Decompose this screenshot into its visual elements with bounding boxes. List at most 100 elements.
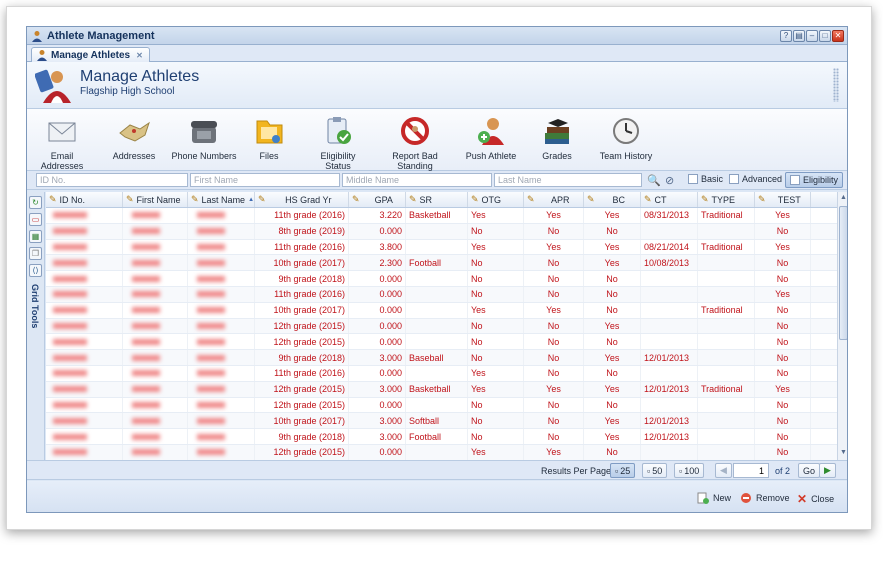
close-button[interactable]: ✕ Close [797,492,834,506]
code-view-icon[interactable]: ⟨⟩ [29,264,42,277]
page-size-50-button[interactable]: ▫ 50 [642,463,668,478]
redacted-text [197,354,225,361]
redacted-cell [123,255,188,271]
close-icon[interactable]: ✕ [832,29,844,42]
report-bad-standing-button[interactable]: Report Bad Standing [375,115,455,171]
eligibility-status-button[interactable]: Eligibility Status [307,115,369,171]
footer-bar: New Remove ✕ Close [27,481,847,512]
table-row[interactable]: 9th grade (2018) 3.000 Football No No Yes 12/0… [46,429,837,445]
advanced-view-toggle[interactable]: Advanced [729,174,782,184]
table-cell: Baseball [406,350,468,365]
table-cell: Yes [584,208,641,223]
middle-name-filter-input[interactable] [342,173,492,187]
table-row[interactable]: 10th grade (2017) 2.300 Football No No Yes 10/… [46,255,837,272]
table-cell [641,223,698,239]
table-row[interactable]: 11th grade (2016) 0.000 Yes No No No [46,365,837,382]
addresses-button[interactable]: Addresses [101,115,167,161]
clear-filter-icon[interactable]: ⊘ [665,174,674,187]
toolbar-label: Grades [542,151,572,161]
title-bar[interactable]: Athlete Management ? ▤ – □ ✕ [27,27,847,45]
maximize-icon[interactable]: □ [819,29,831,42]
go-button[interactable]: Go [798,463,821,478]
basic-view-toggle[interactable]: Basic [688,174,723,184]
redacted-cell [46,271,123,286]
redacted-cell [123,397,188,413]
search-icon[interactable]: 🔍 [647,174,661,187]
column-header[interactable]: ✎ CT [641,192,698,207]
table-cell [406,223,468,239]
files-button[interactable]: Files [241,115,297,161]
column-header[interactable]: ✎ First Name [123,192,188,207]
table-cell: No [524,413,584,429]
page-number-input[interactable] [733,463,769,478]
page-icon: ▫ [679,465,683,476]
vertical-scrollbar[interactable]: ▲ ▼ [837,192,847,460]
redacted-text [132,401,160,408]
refresh-icon[interactable]: ↻ [29,196,42,209]
next-page-button[interactable]: ▶ [819,463,836,478]
remove-button[interactable]: Remove [740,492,790,504]
new-label: New [713,493,732,503]
grades-button[interactable]: Grades [529,115,585,161]
table-row[interactable]: 11th grade (2016) 3.220 Basketball Yes Yes Ye… [46,208,837,224]
new-button[interactable]: New [697,492,731,504]
redacted-text [53,322,87,329]
table-row[interactable]: 10th grade (2017) 0.000 Yes Yes No Traditiona… [46,302,837,319]
phone-numbers-button[interactable]: Phone Numbers [171,115,237,161]
redacted-cell [123,429,188,444]
page-icon: ▫ [647,465,651,476]
tab-manage-athletes[interactable]: Manage Athletes ✕ [31,47,150,62]
push-athlete-button[interactable]: Push Athlete [463,115,519,161]
page-size-100-button[interactable]: ▫ 100 [674,463,705,478]
column-header[interactable]: ✎ APR [524,192,584,207]
table-row[interactable]: 12th grade (2015) 3.000 Basketball Yes Yes Ye… [46,381,837,398]
copy-icon[interactable]: ❐ [29,247,42,260]
column-header[interactable]: ✎ TYPE [698,192,755,207]
minimize-icon[interactable]: – [806,29,818,42]
table-row[interactable]: 12th grade (2015) 0.000 No No Yes No [46,318,837,335]
filter-bar: 🔍 ⊘ Basic Advanced Eligibility [27,171,847,190]
table-cell [406,302,468,318]
redacted-text [132,307,160,314]
scroll-thumb[interactable] [839,206,847,340]
help-icon[interactable]: ? [780,29,792,42]
previous-page-button[interactable]: ◀ [715,463,732,478]
table-cell: Yes [524,239,584,255]
column-header[interactable]: ✎ TEST [755,192,811,207]
scroll-down-icon[interactable]: ▼ [840,449,847,456]
scroll-up-icon[interactable]: ▲ [840,194,847,201]
column-header[interactable]: ✎ GPA [349,192,406,207]
table-cell: 12th grade (2015) [255,318,349,334]
tab-close-icon[interactable]: ✕ [136,51,143,60]
first-name-filter-input[interactable] [190,173,340,187]
table-row[interactable]: 11th grade (2016) 0.000 No No No Yes [46,286,837,303]
grid-header: ✎ ID No. ✎ First Name ✎ Last Name ▲ ✎ HS Grad Yr… [46,192,837,208]
athlete-management-window: Athlete Management ? ▤ – □ ✕ Manage Athl… [26,26,848,513]
column-header[interactable]: ✎ BC [584,192,641,207]
page-size-25-button[interactable]: ▫ 25 [610,463,636,478]
id-filter-input[interactable] [36,173,188,187]
excel-export-icon[interactable]: ▦ [29,230,42,243]
table-row[interactable]: 12th grade (2015) 0.000 Yes Yes No No [46,444,837,460]
email-addresses-button[interactable]: Email Addresses [29,115,95,171]
column-header[interactable]: ✎ HS Grad Yr [255,192,349,207]
table-row[interactable]: 10th grade (2017) 3.000 Softball No No Yes 12/… [46,413,837,430]
table-row[interactable]: 12th grade (2015) 0.000 No No No No [46,397,837,414]
team-history-button[interactable]: Team History [593,115,659,161]
column-header[interactable]: ✎ SR [406,192,468,207]
last-name-filter-input[interactable] [494,173,642,187]
column-header[interactable]: ✎ ID No. [46,192,123,207]
column-header[interactable]: ✎ OTG [468,192,524,207]
eligibility-view-toggle[interactable]: Eligibility [785,172,844,188]
pdf-export-icon[interactable]: ▭ [29,213,42,226]
restore-icon[interactable]: ▤ [793,29,805,42]
table-row[interactable]: 11th grade (2016) 3.800 Yes Yes Yes 08/21/201… [46,239,837,256]
remove-label: Remove [756,493,790,503]
table-row[interactable]: 12th grade (2015) 0.000 No No No No [46,334,837,351]
table-row[interactable]: 9th grade (2018) 3.000 Baseball No No Yes 12/0… [46,350,837,366]
column-header[interactable]: ✎ Last Name ▲ [188,192,255,207]
table-row[interactable]: 8th grade (2019) 0.000 No No No No [46,223,837,240]
table-row[interactable]: 9th grade (2018) 0.000 No No No No [46,271,837,287]
table-cell [698,365,755,381]
table-cell: No [755,334,811,350]
